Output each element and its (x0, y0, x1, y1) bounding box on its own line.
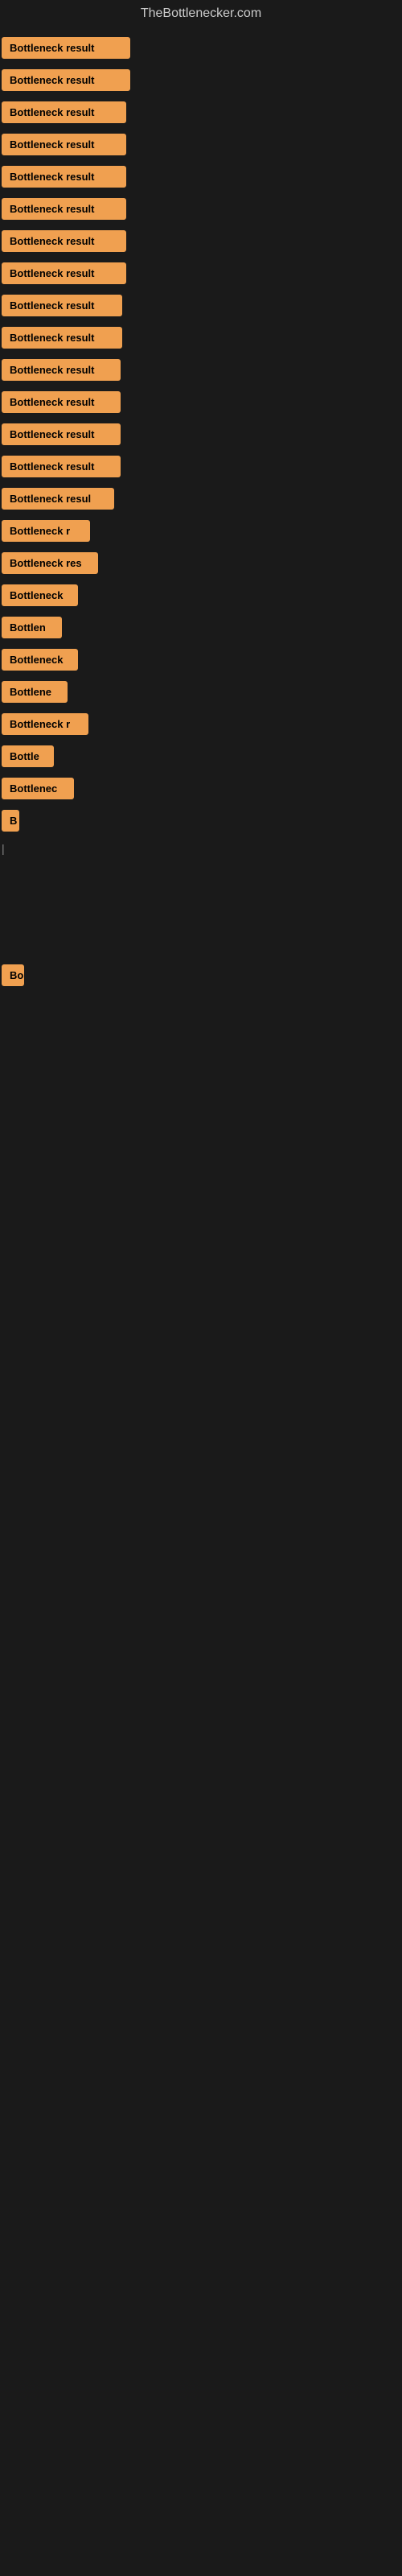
site-title-container: TheBottlenecker.com (0, 0, 402, 27)
bottleneck-badge[interactable]: Bottleneck result (2, 166, 126, 188)
bottleneck-badge[interactable]: Bottleneck result (2, 134, 126, 155)
list-item: Bottleneck result (2, 101, 400, 127)
list-item (2, 934, 400, 958)
bottleneck-badge[interactable]: Bottleneck result (2, 37, 130, 59)
list-item (2, 1088, 400, 1113)
list-item: Bottleneck res (2, 552, 400, 578)
bottleneck-badge[interactable]: Bottleneck res (2, 552, 98, 574)
list-item: Bottleneck result (2, 262, 400, 288)
bottleneck-badge[interactable]: Bottleneck result (2, 456, 121, 477)
bottleneck-badge[interactable]: Bottlene (2, 681, 68, 703)
bottleneck-badge[interactable]: Bottleneck result (2, 391, 121, 413)
list-item: Bottleneck result (2, 166, 400, 192)
bottleneck-badge[interactable]: Bo (2, 964, 24, 986)
list-item: Bottleneck resul (2, 488, 400, 514)
list-item: Bottleneck result (2, 69, 400, 95)
bottleneck-badge[interactable]: Bottleneck result (2, 262, 126, 284)
list-item: Bottlenec (2, 778, 400, 803)
bottleneck-badge[interactable]: Bottle (2, 745, 54, 767)
list-item: Bottleneck result (2, 391, 400, 417)
list-item: Bottleneck (2, 649, 400, 675)
list-item: Bottleneck result (2, 359, 400, 385)
items-container: Bottleneck result Bottleneck result Bottle… (0, 27, 402, 1122)
list-item: Bottleneck result (2, 37, 400, 63)
bottleneck-badge[interactable]: Bottleneck result (2, 230, 126, 252)
list-item: Bottlen (2, 617, 400, 642)
list-item: | (2, 842, 400, 866)
list-item: Bo (2, 964, 400, 990)
site-title: TheBottlenecker.com (0, 0, 402, 27)
list-item: Bottleneck result (2, 134, 400, 159)
list-item (2, 1058, 400, 1082)
list-item: Bottleneck result (2, 230, 400, 256)
list-item: Bottleneck r (2, 520, 400, 546)
bottleneck-badge[interactable]: Bottlen (2, 617, 62, 638)
list-item: Bottlene (2, 681, 400, 707)
list-item (2, 873, 400, 897)
bottleneck-badge[interactable]: Bottleneck result (2, 359, 121, 381)
bottleneck-badge[interactable]: Bottleneck result (2, 295, 122, 316)
list-item: Bottleneck r (2, 713, 400, 739)
list-item: Bottleneck result (2, 423, 400, 449)
list-item: Bottle (2, 745, 400, 771)
bottleneck-badge[interactable]: Bottleneck (2, 584, 78, 606)
list-item: Bottleneck result (2, 198, 400, 224)
bottleneck-badge[interactable]: Bottleneck r (2, 520, 90, 542)
list-item: Bottleneck result (2, 456, 400, 481)
list-item (2, 903, 400, 927)
list-item: Bottleneck result (2, 327, 400, 353)
bottleneck-badge[interactable]: Bottleneck result (2, 423, 121, 445)
list-item: Bottleneck result (2, 295, 400, 320)
bottleneck-badge[interactable]: Bottleneck (2, 649, 78, 671)
bottleneck-badge[interactable]: B (2, 810, 19, 832)
bottleneck-badge[interactable]: Bottleneck result (2, 101, 126, 123)
list-item: B (2, 810, 400, 836)
list-item (2, 997, 400, 1021)
list-item (2, 1027, 400, 1051)
bottleneck-badge[interactable]: Bottlenec (2, 778, 74, 799)
bottleneck-badge[interactable]: Bottleneck r (2, 713, 88, 735)
bottleneck-badge[interactable]: Bottleneck resul (2, 488, 114, 510)
list-item: Bottleneck (2, 584, 400, 610)
bottleneck-badge[interactable]: Bottleneck result (2, 198, 126, 220)
bottleneck-badge[interactable]: Bottleneck result (2, 69, 130, 91)
bottleneck-badge[interactable]: Bottleneck result (2, 327, 122, 349)
separator: | (2, 842, 5, 855)
